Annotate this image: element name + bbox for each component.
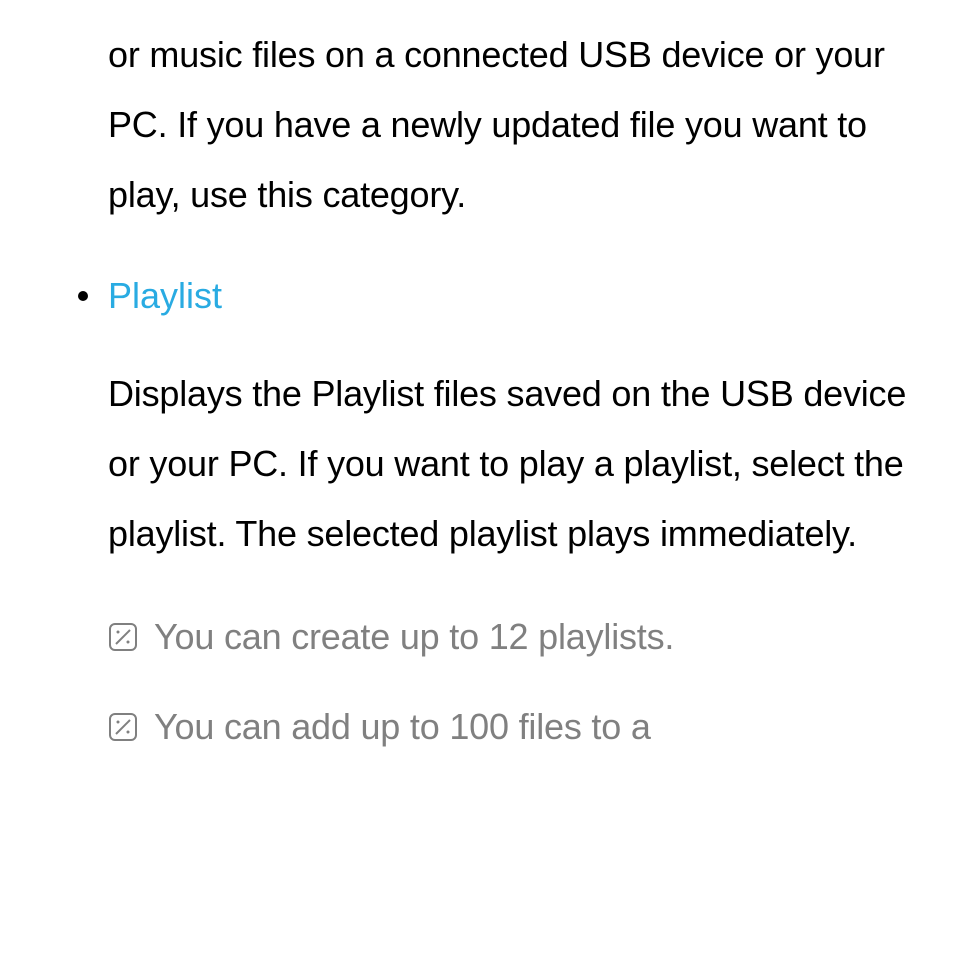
bullet-title: Playlist — [108, 271, 222, 321]
playlist-description: Displays the Playlist files saved on the… — [108, 359, 914, 570]
intro-paragraph: or music files on a connected USB device… — [108, 20, 914, 231]
note-row-2: You can add up to 100 files to a — [108, 704, 914, 751]
note-text-2: You can add up to 100 files to a — [154, 704, 651, 751]
bullet-item-playlist: Playlist — [40, 271, 914, 321]
note-text-1: You can create up to 12 playlists. — [154, 614, 674, 661]
note-icon — [108, 712, 138, 742]
note-icon — [108, 622, 138, 652]
bullet-dot-icon — [78, 291, 88, 301]
note-row-1: You can create up to 12 playlists. — [108, 614, 914, 661]
